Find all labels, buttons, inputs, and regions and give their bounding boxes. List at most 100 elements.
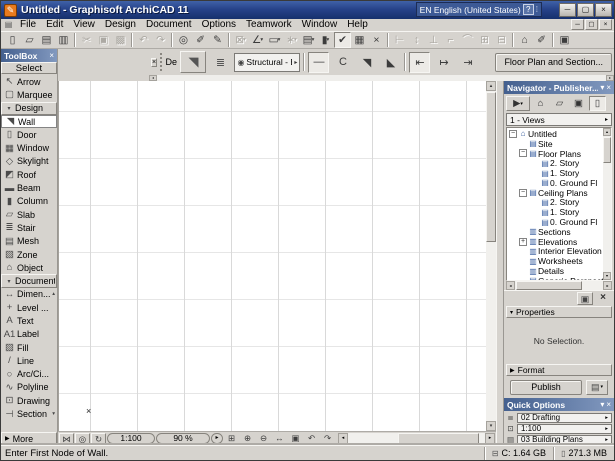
element-settings-icon[interactable]: ▦ bbox=[351, 32, 368, 48]
tree-expander[interactable] bbox=[519, 267, 527, 275]
tree-item-floor-plans[interactable]: − ▤ Floor Plans bbox=[507, 149, 603, 159]
pan-icon[interactable]: ↔ bbox=[272, 433, 287, 445]
tree-item-generic-perspective[interactable]: ▤ Generic Perspect bbox=[507, 276, 603, 280]
tree-expander[interactable]: − bbox=[519, 149, 527, 157]
tool-dropdown-4-icon[interactable]: ∗ ▾ bbox=[283, 32, 300, 48]
tree-item-0-ground-floor[interactable]: ▤ 0. Ground Fl bbox=[507, 178, 603, 188]
tree-item-2-story-ceiling[interactable]: ▤ 2. Story bbox=[507, 198, 603, 208]
publisher-sets-icon[interactable]: ▯ bbox=[589, 96, 606, 111]
tree-item-details[interactable]: ▥ Details bbox=[507, 266, 603, 276]
tree-horizontal-scroll-thumb[interactable] bbox=[516, 281, 582, 290]
restore-button[interactable]: ▢ bbox=[577, 3, 594, 17]
chevron-down-icon[interactable]: ▾ bbox=[600, 401, 604, 409]
fit-in-window-icon[interactable]: ▣ bbox=[288, 433, 303, 445]
toolbox-item-section[interactable]: ⊣ Section ▾ bbox=[1, 407, 57, 420]
adjust-icon[interactable]: ⊢ bbox=[391, 32, 408, 48]
toolbox-item-marquee[interactable]: ▢ Marquee bbox=[1, 88, 57, 101]
toolbox-item-slab[interactable]: ▱ Slab bbox=[1, 208, 57, 221]
resize-icon[interactable]: ↕ bbox=[408, 32, 425, 48]
zoom-in-icon[interactable]: ⊕ bbox=[240, 433, 255, 445]
navigator-close-icon[interactable]: × bbox=[606, 84, 611, 92]
vertical-scroll-thumb[interactable] bbox=[486, 92, 496, 242]
horizontal-scroll-thumb[interactable] bbox=[398, 433, 480, 444]
inject-parameters-icon[interactable]: ✎ bbox=[209, 32, 226, 48]
tree-item-1-story-ceiling[interactable]: ▤ 1. Story bbox=[507, 207, 603, 217]
drawing-manager-icon[interactable]: ▣ bbox=[556, 32, 573, 48]
tool-dropdown-3-icon[interactable]: ▭ ▾ bbox=[266, 32, 283, 48]
layers-icon[interactable]: ≣ bbox=[209, 53, 231, 72]
scroll-left-icon[interactable]: ◂ bbox=[338, 433, 348, 444]
toolbox-section-document[interactable]: ▾ Document bbox=[1, 274, 57, 287]
menu-document[interactable]: Document bbox=[141, 19, 197, 31]
tree-item-2-story[interactable]: ▤ 2. Story bbox=[507, 158, 603, 168]
publish-options-button[interactable]: ▤ ▾ bbox=[586, 380, 608, 395]
geometry-straight-icon[interactable]: — bbox=[308, 52, 329, 73]
toolbox-item-arc-circle[interactable]: ○ Arc/Ci... bbox=[1, 368, 57, 381]
ungroup-icon[interactable]: ⊟ bbox=[493, 32, 510, 48]
project-map-icon[interactable]: ⌂ bbox=[532, 96, 549, 111]
tree-expander[interactable]: + bbox=[519, 238, 527, 246]
tree-expander[interactable] bbox=[519, 277, 527, 280]
toolbox-item-roof[interactable]: ◩ Roof bbox=[1, 168, 57, 181]
tree-item-elevations[interactable]: + ▥ Elevations bbox=[507, 237, 603, 247]
print-icon[interactable]: ▥ bbox=[55, 32, 72, 48]
tree-expander[interactable] bbox=[519, 257, 527, 265]
scroll-up-icon[interactable]: ▴ bbox=[486, 81, 496, 91]
menu-view[interactable]: View bbox=[68, 19, 100, 31]
menu-edit[interactable]: Edit bbox=[41, 19, 68, 31]
toolbox-item-object[interactable]: ⌂ Object bbox=[1, 261, 57, 274]
toolbox-more-bar[interactable]: ▶ More bbox=[1, 432, 57, 445]
toolbox-item-drawing[interactable]: ⊡ Drawing bbox=[1, 394, 57, 407]
open-icon[interactable]: ▱ bbox=[21, 32, 38, 48]
quick-option-combo[interactable]: 03 Building Plans ▸ bbox=[517, 435, 612, 445]
toolbox-item-dimension[interactable]: ↔ Dimen... ▴ bbox=[1, 288, 57, 301]
scroll-down-icon[interactable]: ▾ bbox=[486, 421, 496, 431]
toolbox-item-text[interactable]: A Text bbox=[1, 314, 57, 327]
toolbox-item-skylight[interactable]: ◇ Skylight bbox=[1, 155, 57, 168]
geometry-curved-icon[interactable]: C bbox=[332, 52, 353, 73]
tool-dropdown-1-icon[interactable]: ⊠ ▾ bbox=[232, 32, 249, 48]
undo-icon[interactable]: ↶ bbox=[135, 32, 152, 48]
views-dropdown[interactable]: 1 - Views ▸ bbox=[506, 113, 612, 126]
child-minimize-button[interactable]: ─ bbox=[571, 19, 584, 30]
fillet-icon[interactable]: ⌐ bbox=[442, 32, 459, 48]
new-icon[interactable]: ▯ bbox=[4, 32, 21, 48]
toolbox-item-line[interactable]: / Line bbox=[1, 354, 57, 367]
offset-icon[interactable]: ⌒ bbox=[459, 32, 476, 48]
split-icon[interactable]: ⊥ bbox=[425, 32, 442, 48]
chevron-down-icon[interactable]: ▾ bbox=[600, 84, 604, 92]
child-close-button[interactable]: × bbox=[599, 19, 612, 30]
zoom-out-icon[interactable]: ⊖ bbox=[256, 433, 271, 445]
document-icon[interactable]: ▤ bbox=[3, 20, 14, 30]
paste-icon[interactable]: ▩ bbox=[112, 32, 129, 48]
panel-splitter[interactable] bbox=[496, 81, 503, 445]
tree-item-site[interactable]: ▤ Site bbox=[507, 139, 603, 149]
scroll-down-icon[interactable]: ▾ bbox=[603, 272, 611, 280]
quick-options-close-icon[interactable]: × bbox=[606, 401, 611, 409]
zoom-level-button[interactable]: 90 % bbox=[156, 433, 210, 444]
menu-options[interactable]: Options bbox=[197, 19, 241, 31]
infobox-drag-handle[interactable] bbox=[160, 53, 162, 71]
menu-teamwork[interactable]: Teamwork bbox=[241, 19, 297, 31]
tree-expander[interactable] bbox=[519, 140, 527, 148]
toolbox-item-stair[interactable]: ≣ Stair bbox=[1, 221, 57, 234]
scroll-up-icon[interactable]: ▴ bbox=[603, 128, 611, 136]
construction-center-icon[interactable]: ↦ bbox=[433, 52, 454, 73]
project-chooser-button[interactable]: ▶ ▾ bbox=[506, 96, 530, 111]
active-tool-icon[interactable]: ✔ bbox=[334, 32, 351, 48]
menu-window[interactable]: Window bbox=[297, 19, 343, 31]
orientation-icon[interactable]: ↻ bbox=[91, 433, 106, 445]
tree-item-interior-elevation[interactable]: ▥ Interior Elevation bbox=[507, 247, 603, 257]
3d-projection-icon[interactable]: ⌂ bbox=[516, 32, 533, 48]
menu-design[interactable]: Design bbox=[100, 19, 141, 31]
toolbox-item-wall[interactable]: ◥ Wall bbox=[1, 115, 57, 128]
tool-dropdown-5-icon[interactable]: ▤ ▾ bbox=[300, 32, 317, 48]
zoom-menu-icon[interactable]: ▸ bbox=[211, 433, 223, 444]
toolbox-item-beam[interactable]: ▬ Beam bbox=[1, 181, 57, 194]
toolbox-close-icon[interactable]: × bbox=[49, 52, 54, 60]
properties-settings-icon[interactable]: ▣ bbox=[577, 292, 593, 305]
copy-icon[interactable]: ▣ bbox=[95, 32, 112, 48]
view-map-icon[interactable]: ▱ bbox=[551, 96, 568, 111]
construction-right-icon[interactable]: ⇥ bbox=[457, 52, 478, 73]
toolbox-item-label[interactable]: A1 Label bbox=[1, 328, 57, 341]
